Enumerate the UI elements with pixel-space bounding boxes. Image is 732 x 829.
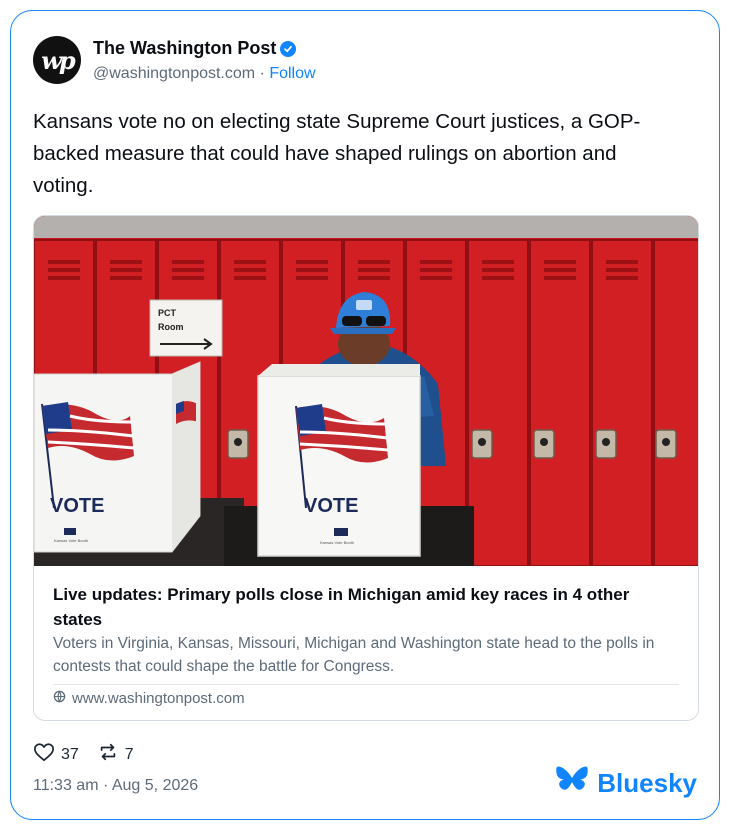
- author-handle[interactable]: @washingtonpost.com: [93, 65, 255, 82]
- link-card-photo[interactable]: PCT Room VOTE VOTE Kansas Vote Booth Kan…: [34, 216, 698, 566]
- left-booth-vote-label: VOTE: [50, 495, 104, 517]
- repost-button[interactable]: 7: [97, 742, 134, 767]
- handle-separator: ·: [255, 65, 270, 82]
- author-handle-line: @washingtonpost.com · Follow: [93, 65, 316, 83]
- follow-link[interactable]: Follow: [269, 65, 315, 82]
- center-booth-vote-label: VOTE: [304, 495, 358, 517]
- link-card-divider: [53, 684, 679, 685]
- heart-icon: [33, 742, 55, 767]
- center-booth-small-text: Kansas Vote Booth: [320, 540, 354, 545]
- link-card-domain-row[interactable]: www.washingtonpost.com: [53, 690, 245, 707]
- pct-sign-line2: Room: [158, 322, 184, 332]
- embedded-post-card: wp The Washington Post @washingtonpost.c…: [10, 10, 720, 820]
- verified-badge-icon: [280, 40, 297, 57]
- pct-sign-line1: PCT: [158, 308, 177, 318]
- link-card[interactable]: PCT Room VOTE VOTE Kansas Vote Booth Kan…: [33, 215, 699, 721]
- left-booth-small-text: Kansas Vote Booth: [54, 538, 88, 543]
- bluesky-brand-link[interactable]: Bluesky: [555, 765, 697, 802]
- bluesky-brand-name: Bluesky: [597, 768, 697, 798]
- repost-icon: [97, 742, 119, 767]
- link-card-domain[interactable]: www.washingtonpost.com: [72, 690, 245, 707]
- like-button[interactable]: 37: [33, 742, 79, 767]
- author-avatar[interactable]: wp: [33, 36, 81, 84]
- link-card-description: Voters in Virginia, Kansas, Missouri, Mi…: [53, 635, 655, 675]
- bluesky-butterfly-icon: [555, 765, 589, 802]
- post-text: Kansans vote no on electing state Suprem…: [33, 110, 641, 197]
- post-actions: 37 7: [33, 742, 134, 767]
- author-display-name[interactable]: The Washington Post: [93, 38, 276, 59]
- author-display-name-row[interactable]: The Washington Post: [93, 38, 297, 59]
- like-count: 37: [61, 745, 79, 763]
- repost-count: 7: [124, 745, 134, 763]
- link-card-title[interactable]: Live updates: Primary polls close in Mic…: [53, 582, 683, 632]
- post-timestamp[interactable]: 11:33 am · Aug 5, 2026: [33, 777, 198, 795]
- globe-icon: [53, 690, 66, 707]
